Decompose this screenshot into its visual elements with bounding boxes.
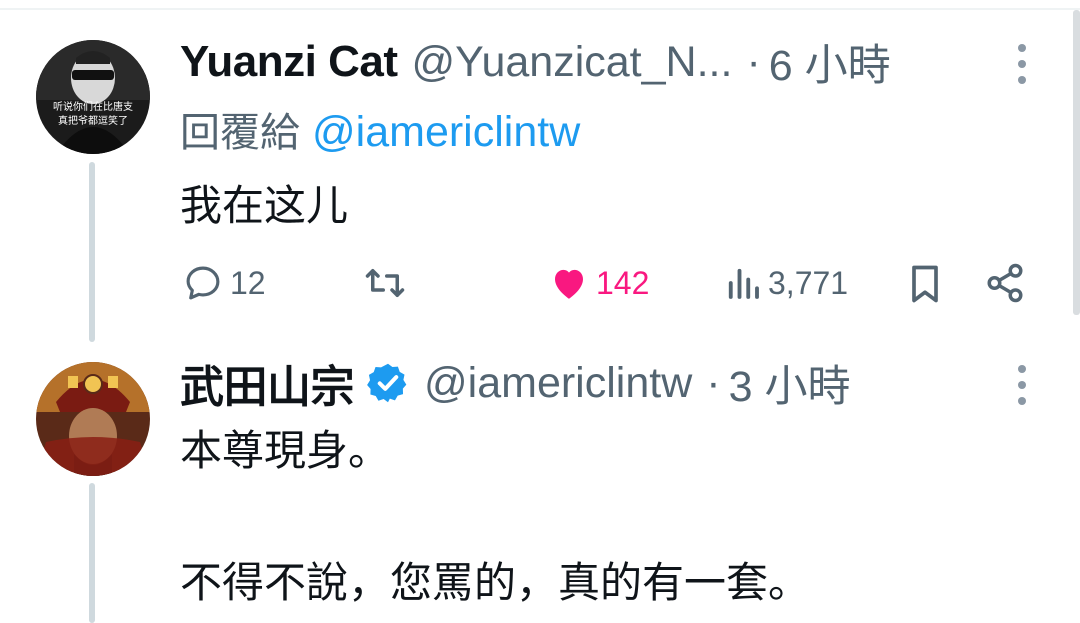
view-count: 3,771 xyxy=(768,264,849,301)
retweet-button[interactable] xyxy=(362,262,408,304)
reply-button[interactable]: 12 xyxy=(182,262,266,304)
timestamp[interactable]: 3 小時 xyxy=(729,352,851,414)
reply-prefix: 回覆給 xyxy=(180,110,300,156)
like-button[interactable]: 142 xyxy=(548,262,649,304)
verified-badge-icon xyxy=(366,361,410,405)
tweet-header: 武田山宗 @iamericlintw · 3 小時 xyxy=(180,352,851,414)
avatar-caption-2: 真把爷都逗笑了 xyxy=(58,114,128,127)
reply-count: 12 xyxy=(230,264,266,301)
retweet-icon xyxy=(365,269,405,297)
tweet-text-line-2: 不得不說，您罵的，真的有一套。 xyxy=(180,558,811,607)
bookmark-icon xyxy=(912,265,938,303)
views-icon xyxy=(728,268,759,299)
share-icon xyxy=(987,263,1023,303)
like-count: 142 xyxy=(596,264,650,301)
avatar-caption-1: 听说你们在比唐支 xyxy=(53,100,133,113)
tweet-wutian-shanzong[interactable]: 武田山宗 @iamericlintw · 3 小時 本尊現身。 不得不說，您罵的… xyxy=(0,335,1080,623)
author-handle[interactable]: @Yuanzicat_N... xyxy=(412,38,733,87)
thread-line xyxy=(89,483,95,623)
more-icon[interactable] xyxy=(1014,44,1030,84)
more-icon[interactable] xyxy=(1014,365,1030,405)
avatar-yuanzi-cat[interactable]: 听说你们在比唐支 真把爷都逗笑了 xyxy=(36,40,150,154)
share-button[interactable] xyxy=(984,262,1026,304)
bookmark-button[interactable] xyxy=(905,262,945,306)
author-handle[interactable]: @iamericlintw xyxy=(424,359,692,408)
tweet-text: 我在这儿 xyxy=(180,181,349,230)
reply-icon xyxy=(186,266,220,300)
separator-dot: · xyxy=(706,358,721,407)
separator-dot: · xyxy=(746,37,761,86)
timestamp[interactable]: 6 小時 xyxy=(769,31,891,93)
author-name[interactable]: Yuanzi Cat xyxy=(180,37,398,87)
author-name[interactable]: 武田山宗 xyxy=(180,351,355,415)
views-button[interactable]: 3,771 xyxy=(724,262,848,304)
tweet-yuanzi-cat[interactable]: 听说你们在比唐支 真把爷都逗笑了 Yuanzi Cat @Yuanzicat_N… xyxy=(0,0,1080,342)
tweet-header: Yuanzi Cat @Yuanzicat_N... · 6 小時 xyxy=(180,34,891,90)
tweet-text-line-1: 本尊現身。 xyxy=(180,426,391,475)
thread-line xyxy=(89,162,95,342)
reply-to: 回覆給 @iamericlintw xyxy=(180,100,580,158)
heart-icon xyxy=(555,269,583,299)
avatar-wutian-shanzong[interactable] xyxy=(36,362,150,476)
reply-mention-link[interactable]: @iamericlintw xyxy=(312,108,580,156)
